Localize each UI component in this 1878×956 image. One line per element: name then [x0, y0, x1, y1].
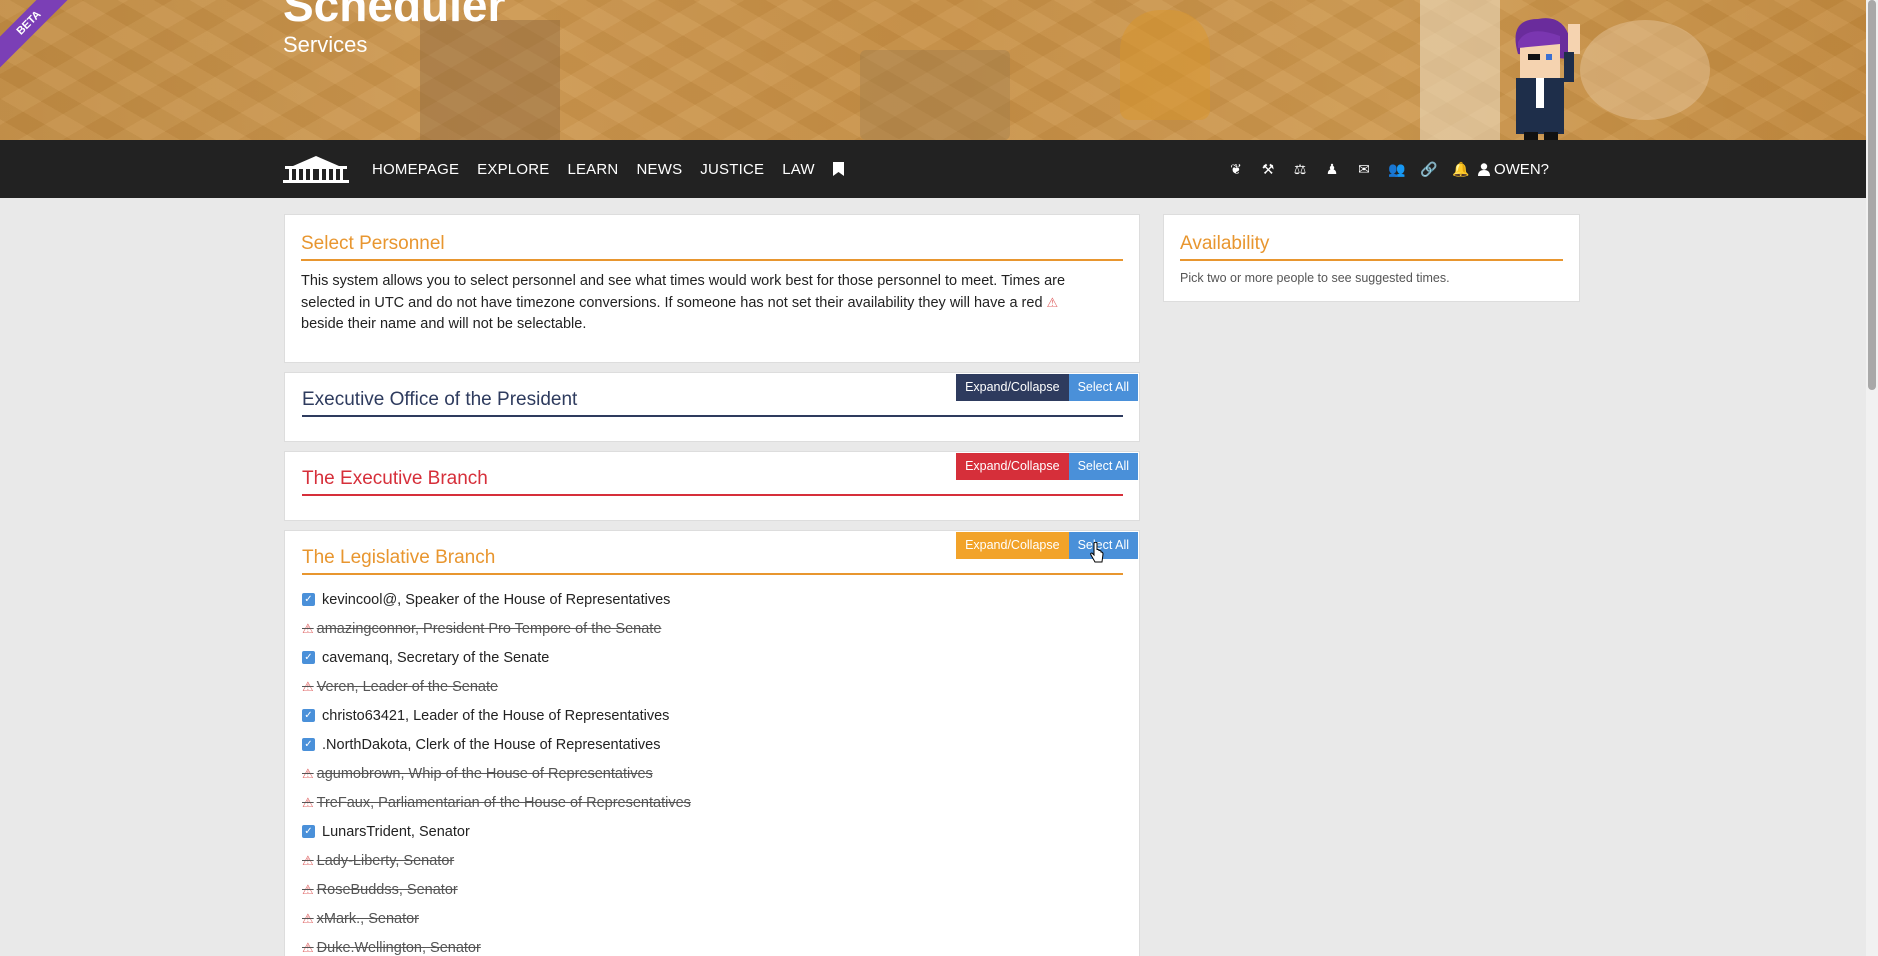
- member-label: cavemanq, Secretary of the Senate: [322, 649, 550, 666]
- warning-icon: ⚠: [302, 910, 314, 926]
- warning-icon: ⚠: [302, 620, 314, 636]
- select-personnel-title: Select Personnel: [301, 233, 1123, 261]
- member-label: amazingconnor, President Pro Tempore of …: [316, 620, 662, 637]
- member-label: Lady-Liberty, Senator: [316, 852, 455, 869]
- banner-decoration: [420, 20, 560, 140]
- banner-decoration: [860, 50, 1010, 140]
- nav-right-icons: ❦ ⚒ ⚖ ♟ ✉ 👥 🔗 🔔 OWEN?: [1212, 140, 1549, 198]
- warning-icon: ⚠: [302, 794, 314, 810]
- bell-icon[interactable]: 🔔: [1452, 161, 1469, 178]
- nav-link-news[interactable]: NEWS: [636, 161, 682, 178]
- avatar: [1515, 18, 1580, 140]
- member-checkbox[interactable]: ✓: [302, 738, 315, 751]
- banner-decoration: [1580, 20, 1710, 120]
- description-text-end: beside their name and will not be select…: [301, 316, 587, 332]
- whitehouse-logo-icon[interactable]: [283, 154, 349, 184]
- expand-collapse-button[interactable]: Expand/Collapse: [956, 532, 1069, 559]
- member-list: ✓ kevincool@, Speaker of the House of Rep…: [302, 585, 1123, 956]
- member-label: Veren, Leader of the Senate: [316, 678, 499, 695]
- header-banner: Scheduler Services BETA: [0, 0, 1866, 140]
- branch-actions: Expand/Collapse Select All: [956, 532, 1138, 559]
- member-label: .NorthDakota, Clerk of the House of Repr…: [322, 736, 661, 753]
- member-row: ⚠ amazingconnor, President Pro Tempore of…: [302, 614, 1123, 643]
- member-row: ⚠ TreFaux, Parliamentarian of the House o…: [302, 788, 1123, 817]
- eagle-icon[interactable]: ❦: [1228, 161, 1244, 178]
- member-checkbox[interactable]: ✓: [302, 651, 315, 664]
- member-label: christo63421, Leader of the House of Rep…: [322, 707, 670, 724]
- nav-link-justice[interactable]: JUSTICE: [700, 161, 764, 178]
- warning-icon: ⚠: [302, 852, 314, 868]
- user-icon: [1477, 162, 1490, 176]
- availability-title: Availability: [1180, 233, 1563, 261]
- nav-link-homepage[interactable]: HOMEPAGE: [372, 161, 459, 178]
- warning-icon: ⚠: [302, 881, 314, 897]
- mouse-cursor-icon: [1090, 542, 1104, 563]
- user-menu[interactable]: OWEN?: [1477, 160, 1549, 178]
- member-checkbox[interactable]: ✓: [302, 709, 315, 722]
- availability-panel: Availability Pick two or more people to …: [1163, 214, 1580, 302]
- member-row[interactable]: ✓ cavemanq, Secretary of the Senate: [302, 643, 1123, 672]
- select-all-button[interactable]: Select All: [1068, 453, 1138, 480]
- select-all-button[interactable]: Select All: [1068, 374, 1138, 401]
- member-checkbox[interactable]: ✓: [302, 593, 315, 606]
- page-subtitle: Services: [283, 32, 368, 57]
- member-label: RoseBuddss, Senator: [316, 881, 458, 898]
- member-label: kevincool@, Speaker of the House of Repr…: [322, 591, 671, 608]
- expand-collapse-button[interactable]: Expand/Collapse: [956, 374, 1069, 401]
- banner-decoration: [1120, 10, 1210, 120]
- link-icon[interactable]: 🔗: [1420, 161, 1437, 178]
- member-label: TreFaux, Parliamentarian of the House of…: [316, 794, 691, 811]
- member-label: LunarsTrident, Senator: [322, 823, 470, 840]
- nav-link-learn[interactable]: LEARN: [567, 161, 618, 178]
- page-title: Scheduler: [283, 0, 506, 31]
- member-row: ⚠ Veren, Leader of the Senate: [302, 672, 1123, 701]
- member-row: ⚠ Lady-Liberty, Senator: [302, 846, 1123, 875]
- gavel-icon[interactable]: ⚒: [1260, 161, 1276, 178]
- member-label: xMark., Senator: [316, 910, 419, 927]
- chess-icon[interactable]: ♟: [1324, 161, 1340, 178]
- warning-icon: ⚠: [302, 678, 314, 694]
- select-personnel-description: This system allows you to select personn…: [301, 271, 1123, 335]
- branch-actions: Expand/Collapse Select All: [956, 453, 1138, 480]
- branch-actions: Expand/Collapse Select All: [956, 374, 1138, 401]
- member-row: ⚠ agumobrown, Whip of the House of Repres…: [302, 759, 1123, 788]
- description-text: This system allows you to select personn…: [301, 273, 1066, 311]
- member-row: ⚠ RoseBuddss, Senator: [302, 875, 1123, 904]
- nav-link-law[interactable]: LAW: [782, 161, 815, 178]
- bookmark-icon[interactable]: [832, 162, 844, 176]
- mail-icon[interactable]: ✉: [1356, 161, 1372, 178]
- nav-link-explore[interactable]: EXPLORE: [477, 161, 549, 178]
- warning-icon: ⚠: [302, 765, 314, 781]
- main-navbar: HOMEPAGE EXPLORE LEARN NEWS JUSTICE LAW …: [0, 140, 1866, 198]
- member-label: agumobrown, Whip of the House of Represe…: [316, 765, 653, 782]
- group-icon[interactable]: 👥: [1388, 161, 1405, 178]
- member-row[interactable]: ✓ kevincool@, Speaker of the House of Rep…: [302, 585, 1123, 614]
- scrollbar-thumb[interactable]: [1868, 0, 1876, 390]
- availability-hint: Pick two or more people to see suggested…: [1180, 271, 1450, 285]
- user-label: OWEN?: [1493, 160, 1549, 178]
- branch-panel-executive: The Executive Branch Expand/Collapse Sel…: [284, 451, 1140, 521]
- warning-icon: ⚠: [302, 939, 314, 955]
- scales-icon[interactable]: ⚖: [1292, 161, 1308, 178]
- branch-panel-executive-office: Executive Office of the President Expand…: [284, 372, 1140, 442]
- expand-collapse-button[interactable]: Expand/Collapse: [956, 453, 1069, 480]
- page-scrollbar[interactable]: [1866, 0, 1878, 956]
- branch-panel-legislative: The Legislative Branch Expand/Collapse S…: [284, 530, 1140, 956]
- member-row[interactable]: ✓ christo63421, Leader of the House of Re…: [302, 701, 1123, 730]
- member-row[interactable]: ✓ LunarsTrident, Senator: [302, 817, 1123, 846]
- member-label: Duke.Wellington, Senator: [316, 939, 481, 956]
- member-checkbox[interactable]: ✓: [302, 825, 315, 838]
- select-personnel-panel: Select Personnel This system allows you …: [284, 214, 1140, 363]
- nav-links: HOMEPAGE EXPLORE LEARN NEWS JUSTICE LAW: [372, 140, 844, 198]
- warning-icon: ⚠: [1046, 295, 1059, 310]
- member-row: ⚠ xMark., Senator: [302, 904, 1123, 933]
- member-row[interactable]: ✓ .NorthDakota, Clerk of the House of Rep…: [302, 730, 1123, 759]
- member-row: ⚠ Duke.Wellington, Senator: [302, 933, 1123, 956]
